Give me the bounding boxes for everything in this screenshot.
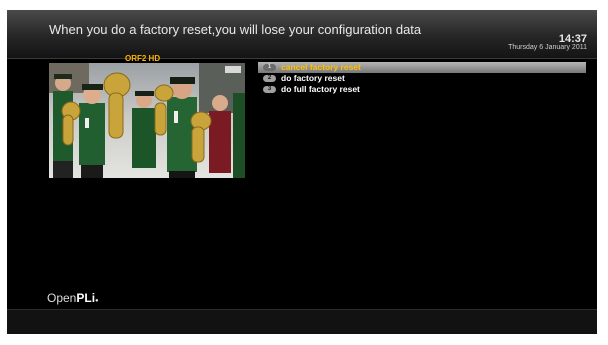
menu-item-label: cancel factory reset [281,62,361,72]
page-title: When you do a factory reset,you will los… [49,22,422,37]
menu-item-label: do factory reset [281,73,345,83]
menu-item-cancel-factory-reset[interactable]: 1 cancel factory reset [258,62,586,73]
menu-item-do-factory-reset[interactable]: 2 do factory reset [258,73,586,84]
logo-regular-text: Open [47,291,77,305]
clock-date: Thursday 6 January 2011 [508,44,587,51]
logo-bold-text: PLi [76,291,96,305]
key-2-badge: 2 [263,75,276,82]
key-1-badge: 1 [263,64,276,71]
brass-band-picture [49,63,245,178]
tv-screen: When you do a factory reset,you will los… [7,10,597,334]
header-bar: When you do a factory reset,you will los… [7,10,597,59]
footer-bar [7,309,597,334]
logo-mark: ● [95,298,99,304]
key-3-badge: 3 [263,86,276,93]
reset-options-menu: 1 cancel factory reset 2 do factory rese… [258,62,586,95]
menu-item-do-full-factory-reset[interactable]: 3 do full factory reset [258,84,586,95]
channel-name: ORF2 HD [125,54,161,63]
menu-item-label: do full factory reset [281,84,360,94]
video-preview [49,63,245,178]
openpli-logo: OpenPLi● [47,291,99,305]
